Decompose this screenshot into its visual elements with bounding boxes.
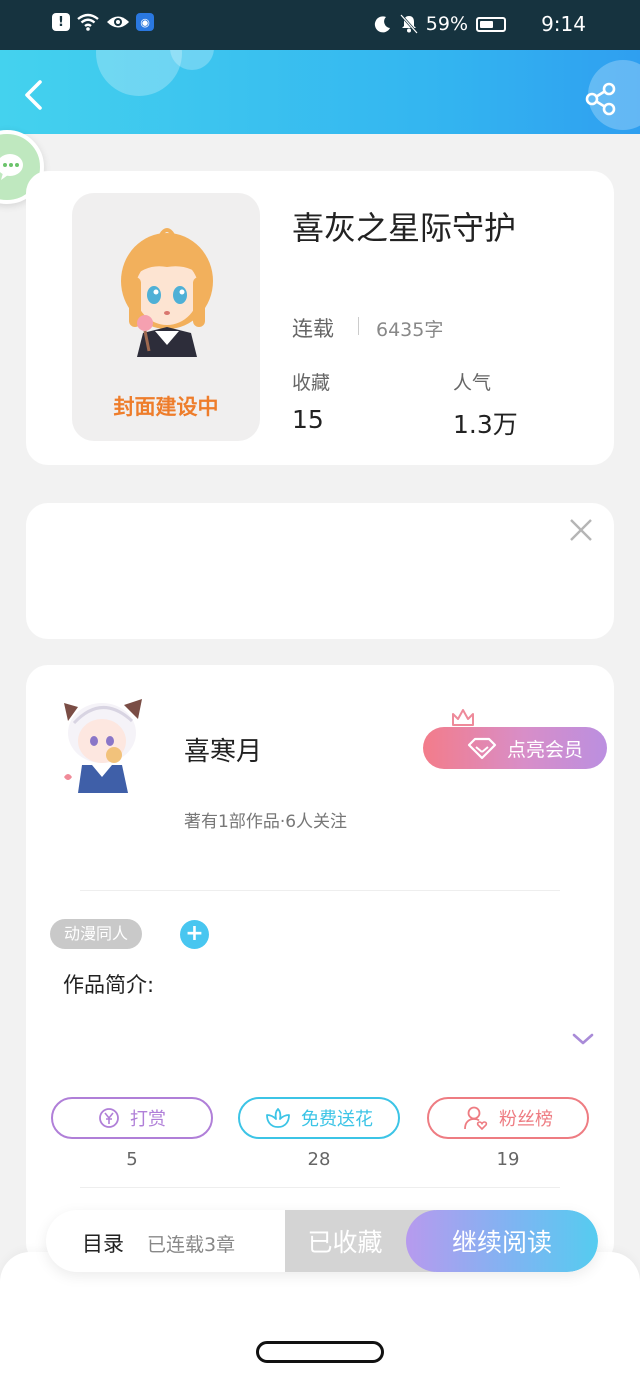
crown-icon [452, 709, 474, 726]
tip-button[interactable]: 打赏 [51, 1097, 213, 1139]
alert-icon: ! [52, 13, 70, 31]
book-status: 连载 [292, 317, 334, 341]
divider [358, 317, 359, 335]
vip-membership-button[interactable]: 点亮会员 [423, 727, 607, 769]
anime-girl-cover-illustration [121, 228, 213, 357]
battery-icon [476, 16, 506, 32]
chevron-down-icon[interactable] [570, 1029, 596, 1049]
intro-label: 作品简介: [63, 973, 155, 997]
fan-ranking-count: 19 [496, 1149, 520, 1170]
favorites-label: 收藏 [292, 372, 331, 394]
battery-percent: 59% [425, 13, 468, 35]
decorative-bubble [96, 50, 182, 96]
book-word-count: 6435字 [376, 319, 444, 341]
continue-reading-label: 继续阅读 [451, 1228, 552, 1257]
fan-user-icon [464, 1106, 488, 1131]
close-icon[interactable] [566, 515, 596, 545]
status-right-icons: 59% [374, 13, 506, 35]
diamond-icon [467, 737, 497, 760]
bulb-icon: ◉ [136, 13, 154, 31]
send-flower-button[interactable]: 免费送花 [238, 1097, 400, 1139]
status-bar: ! ◉ 59% 9:14 [0, 0, 640, 50]
popularity-value: 1.3万 [453, 410, 518, 439]
continue-reading-button[interactable]: 继续阅读 [406, 1210, 598, 1272]
status-left-icons: ! ◉ [52, 12, 154, 32]
status-time: 9:14 [541, 12, 586, 36]
tip-count: 5 [126, 1149, 138, 1170]
fan-ranking-button[interactable]: 粉丝榜 [427, 1097, 589, 1139]
author-avatar[interactable] [52, 693, 156, 813]
genre-tag[interactable]: 动漫同人 [50, 919, 143, 949]
author-name: 喜寒月 [184, 737, 263, 767]
book-cover[interactable]: 封面建设中 [72, 193, 260, 441]
divider [80, 1187, 560, 1188]
app-header [0, 50, 640, 134]
divider [80, 890, 560, 891]
author-card: 喜寒月 著有1部作品·6人关注 点亮会员 动漫同人 + 作品简介: 打赏 免费送… [26, 665, 614, 1265]
table-of-contents-button[interactable]: 目录 [82, 1228, 124, 1258]
book-info-card: 封面建设中 喜灰之星际守护 连载 6435字 收藏 15 人气 1.3万 [26, 171, 614, 465]
send-flower-label: 免费送花 [301, 1109, 373, 1130]
eye-icon [107, 16, 129, 28]
share-icon[interactable] [584, 82, 618, 116]
wechat-icon [0, 154, 23, 180]
bell-off-icon [399, 14, 418, 34]
popularity-label: 人气 [453, 372, 492, 394]
chapter-count: 已连载3章 [147, 1234, 236, 1256]
moon-icon [374, 16, 390, 33]
tip-label: 打赏 [130, 1109, 166, 1130]
wifi-icon [77, 13, 99, 31]
ad-card [26, 503, 614, 639]
flower-icon [266, 1108, 290, 1128]
cover-placeholder-text: 封面建设中 [113, 395, 219, 419]
chevron-left-icon[interactable] [18, 78, 48, 112]
vip-label: 点亮会员 [506, 738, 583, 761]
yen-coin-icon [99, 1108, 119, 1128]
fan-ranking-label: 粉丝榜 [499, 1109, 553, 1130]
send-flower-count: 28 [307, 1149, 331, 1170]
favorites-value: 15 [292, 405, 324, 434]
collected-label: 已收藏 [307, 1228, 383, 1257]
book-title: 喜灰之星际守护 [292, 209, 517, 247]
add-tag-button[interactable]: + [180, 920, 209, 949]
bottom-action-bar: 目录 已连载3章 已收藏 继续阅读 [46, 1210, 598, 1272]
author-meta: 著有1部作品·6人关注 [184, 812, 348, 832]
home-indicator[interactable] [256, 1341, 384, 1363]
bottom-sheet [0, 1252, 640, 1387]
